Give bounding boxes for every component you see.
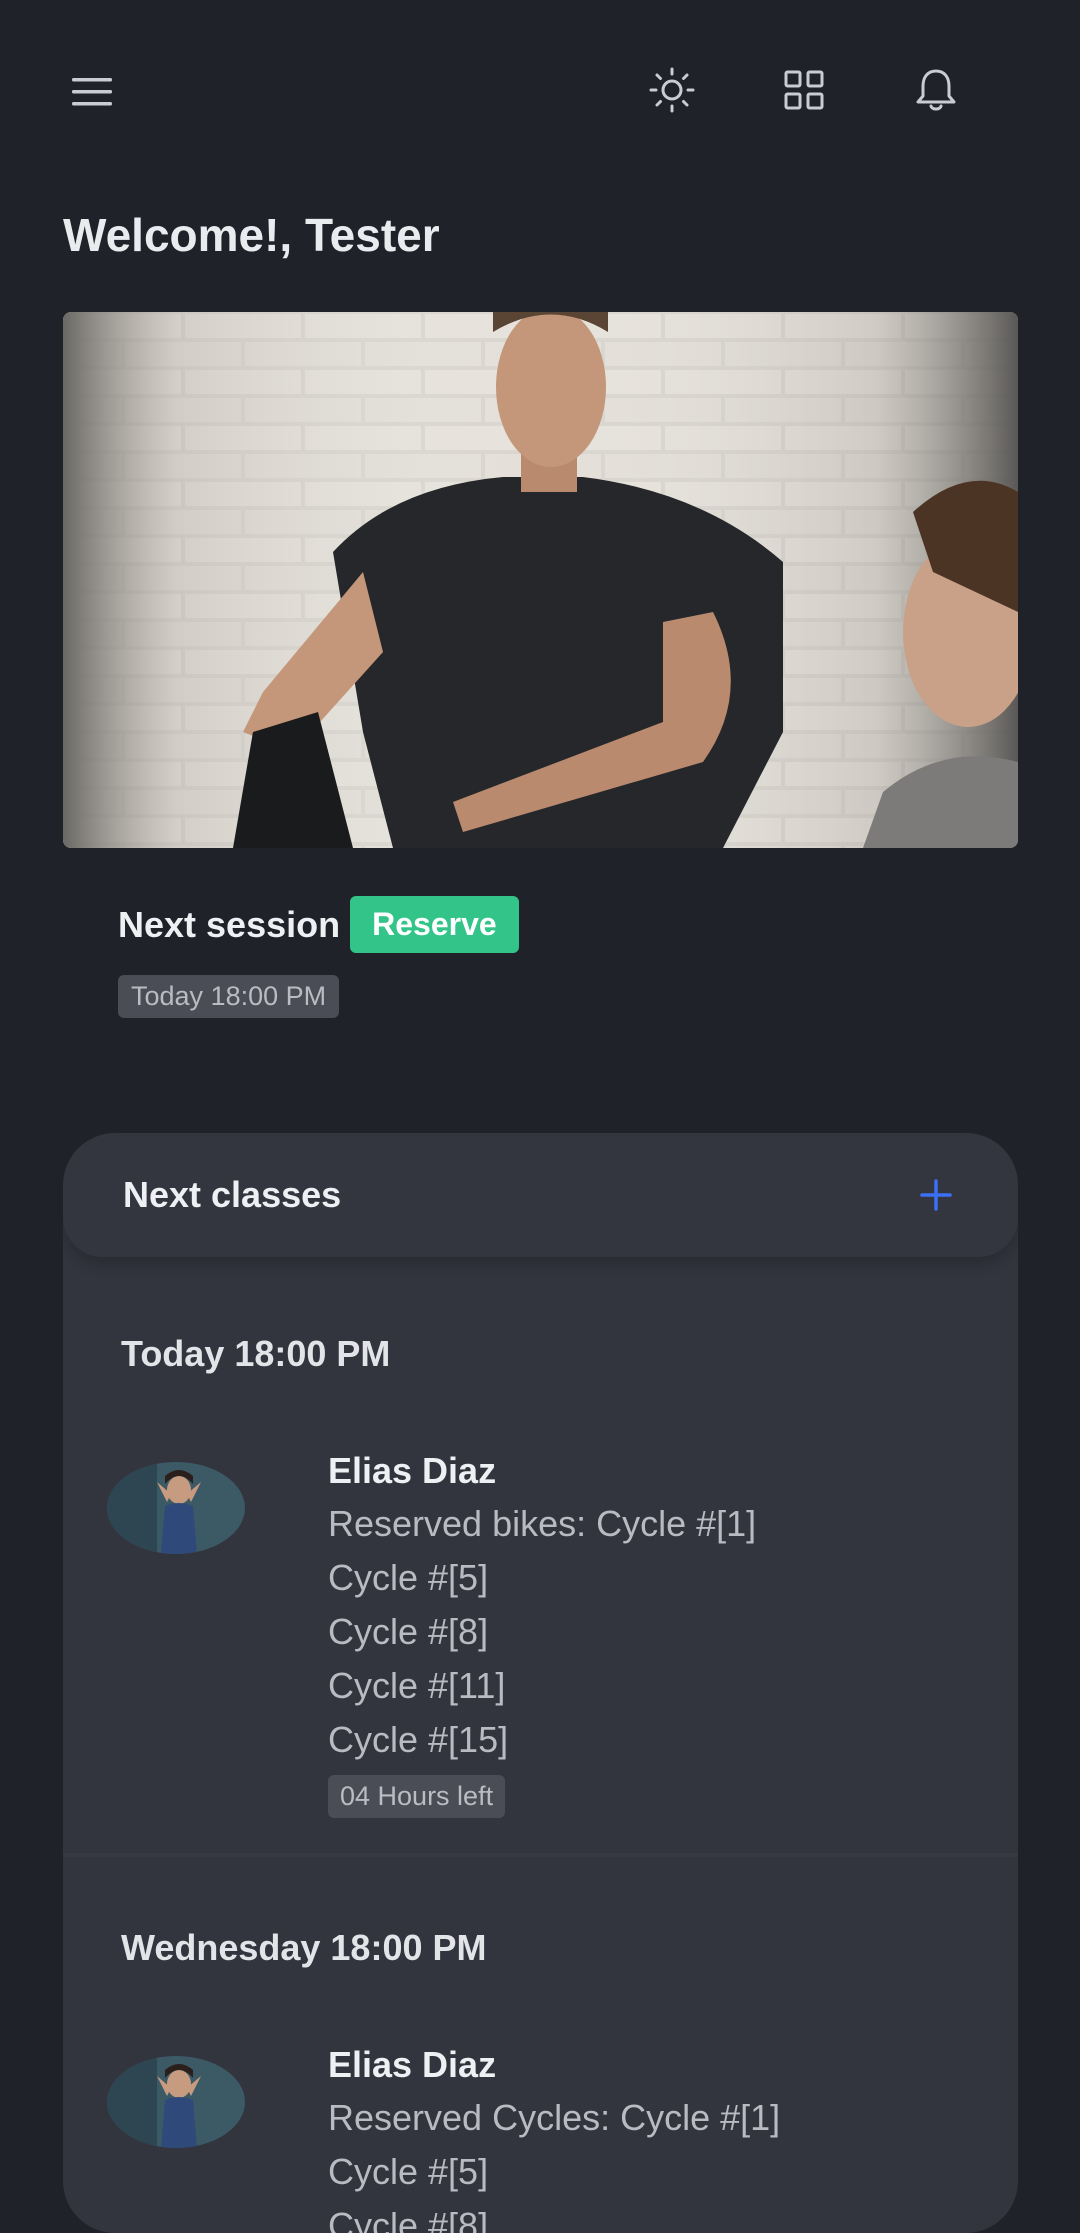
- hero-image: [63, 312, 1018, 848]
- next-session-label: Next session: [118, 903, 341, 945]
- day-heading: Wednesday 18:00 PM: [121, 1927, 487, 1968]
- time-left-badge: 04 Hours left: [328, 1775, 506, 1818]
- class-details: Elias Diaz Reserved bikes: Cycle #[1] Cy…: [328, 1445, 756, 1818]
- class-item[interactable]: Elias Diaz Reserved Cycles: Cycle #[1] C…: [63, 2039, 1018, 2233]
- instructor-name: Elias Diaz: [328, 1450, 497, 1491]
- menu-icon: [72, 78, 112, 106]
- reserved-bike-line: Cycle #[8]: [328, 1611, 489, 1652]
- class-group: Wednesday 18:00 PM Elias Diaz Reserved C…: [63, 1857, 1018, 2233]
- apps-button[interactable]: [772, 58, 836, 122]
- reserved-bike-line: Cycle #[11]: [328, 1665, 506, 1706]
- reserved-bike-line: Cycle #[15]: [328, 1719, 509, 1760]
- top-bar: [0, 0, 1080, 180]
- avatar: [107, 1462, 245, 1554]
- sun-icon: [649, 67, 695, 113]
- class-details: Elias Diaz Reserved Cycles: Cycle #[1] C…: [328, 2039, 780, 2233]
- next-session-row: Next session Reserve: [118, 896, 519, 953]
- next-classes-header: Next classes: [63, 1133, 1018, 1257]
- reserved-bike-line: Cycle #[5]: [328, 1557, 489, 1598]
- reserved-bike-line: Cycle #[8]: [328, 2205, 489, 2233]
- plus-icon: [920, 1179, 952, 1211]
- menu-button[interactable]: [62, 62, 122, 122]
- reserve-button[interactable]: Reserve: [350, 896, 519, 953]
- instructor-name: Elias Diaz: [328, 2044, 497, 2085]
- bell-icon: [916, 69, 956, 111]
- reserved-bike-line: Reserved bikes: Cycle #[1]: [328, 1503, 757, 1544]
- grid-icon: [784, 70, 824, 110]
- welcome-title: Welcome!, Tester: [63, 209, 440, 261]
- avatar: [107, 2056, 245, 2148]
- reserved-bike-line: Cycle #[5]: [328, 2151, 489, 2192]
- next-classes-card: Next classes Today 18:00 PM Elias Diaz R…: [63, 1133, 1018, 2233]
- theme-toggle-button[interactable]: [640, 58, 704, 122]
- notifications-button[interactable]: [904, 58, 968, 122]
- reserved-bike-line: Reserved Cycles: Cycle #[1]: [328, 2097, 781, 2138]
- class-item[interactable]: Elias Diaz Reserved bikes: Cycle #[1] Cy…: [63, 1445, 1018, 1845]
- day-heading: Today 18:00 PM: [121, 1333, 391, 1374]
- next-session-time-badge: Today 18:00 PM: [118, 975, 340, 1018]
- next-classes-title: Next classes: [123, 1174, 342, 1215]
- add-class-button[interactable]: [914, 1173, 958, 1217]
